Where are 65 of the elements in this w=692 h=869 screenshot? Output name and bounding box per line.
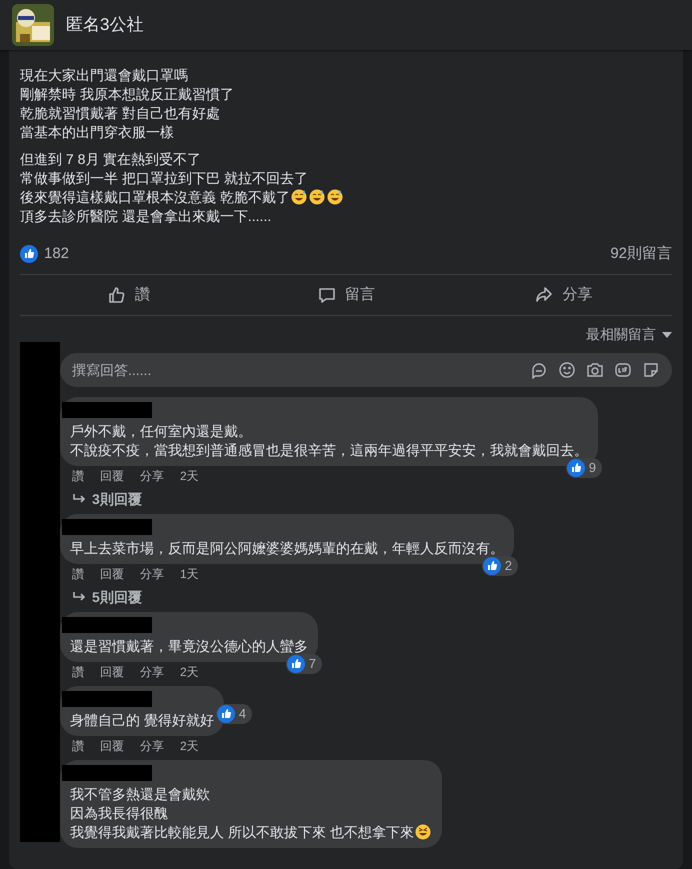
post-text: 剛解禁時 我原本想說反正戴習慣了 xyxy=(20,85,234,104)
comment-action-link[interactable]: 回覆 xyxy=(100,468,124,484)
comment-text: 身體自己的 覺得好就好 xyxy=(70,711,214,730)
like-count: 9 xyxy=(588,459,596,478)
share-arrow-icon xyxy=(534,285,554,305)
laughing-emoji-icon xyxy=(414,824,431,840)
view-replies-link[interactable]: 3則回覆 xyxy=(60,490,142,508)
caret-icon xyxy=(662,332,672,338)
group-title: 匿名3公社 xyxy=(66,14,144,36)
like-count: 2 xyxy=(504,557,512,576)
comment-action-link[interactable]: 分享 xyxy=(140,738,164,754)
like-count: 7 xyxy=(308,655,316,674)
like-count: 182 xyxy=(44,244,70,264)
comment-action-link[interactable]: 分享 xyxy=(140,468,164,484)
sweat-smile-emoji-icon xyxy=(308,189,325,205)
view-replies-link[interactable]: 5則回覆 xyxy=(60,588,142,606)
like-count: 4 xyxy=(238,705,246,724)
sticker-icon[interactable] xyxy=(642,361,660,379)
post-action-button[interactable]: 讚 xyxy=(20,284,238,306)
sweat-smile-emoji-icon xyxy=(326,189,343,205)
reply-arrow-icon xyxy=(72,493,86,505)
post-text: 乾脆就習慣戴著 對自己也有好處 xyxy=(20,104,220,123)
post-text: 當基本的出門穿衣服一樣 xyxy=(20,123,174,142)
like-reaction-icon xyxy=(482,557,501,575)
reply-input-field[interactable]: 撰寫回答...... xyxy=(60,353,672,387)
comment-text: 戶外不戴，任何室內還是戴。 xyxy=(70,422,252,441)
comment-time: 1天 xyxy=(180,566,199,582)
comment-time: 2天 xyxy=(180,664,199,680)
post-action-button[interactable]: 分享 xyxy=(454,284,672,306)
comment-action-link[interactable]: 讚 xyxy=(72,468,84,484)
comment-action-link[interactable]: 分享 xyxy=(140,566,164,582)
post-text: 後來覺得這樣戴口罩根本沒意義 乾脆不戴了 xyxy=(20,188,344,207)
group-logo-icon xyxy=(12,4,54,46)
reply-arrow-icon xyxy=(72,591,86,603)
comment-text: 不說疫不疫，當我想到普通感冒也是很辛苦，這兩年過得平平安安，我就會戴回去。 xyxy=(70,441,588,460)
like-reaction-icon xyxy=(216,705,235,723)
comment-text: 因為我長得很醜 xyxy=(70,804,168,823)
post-text: 常做事做到一半 把口罩拉到下巴 就拉不回去了 xyxy=(20,169,308,188)
sweat-smile-emoji-icon xyxy=(290,189,307,205)
comment-text: 我覺得我戴著比較能見人 所以不敢拔下來 也不想拿下來 xyxy=(70,823,432,842)
comment-action-link[interactable]: 回覆 xyxy=(100,664,124,680)
post-text: 現在大家出門還會戴口罩嗎 xyxy=(20,66,188,85)
comment-time: 2天 xyxy=(180,738,199,754)
comment-text: 我不管多熱還是會戴欸 xyxy=(70,785,210,804)
post-text: 但進到 7 8月 實在熱到受不了 xyxy=(20,150,202,169)
post-action-button[interactable]: 留言 xyxy=(237,284,455,306)
comment-text: 還是習慣戴著，畢竟沒公德心的人蠻多 xyxy=(70,637,308,656)
speech-bubble-icon xyxy=(316,285,337,305)
comment-action-link[interactable]: 讚 xyxy=(72,664,84,680)
like-reaction-icon xyxy=(20,245,38,263)
thumbs-up-icon xyxy=(107,285,128,305)
comment-count-link[interactable]: 92則留言 xyxy=(610,242,672,266)
comment-text: 早上去菜市場，反而是阿公阿嬤婆婆媽媽輩的在戴，年輕人反而沒有。 xyxy=(70,539,504,558)
smiley-icon[interactable] xyxy=(558,361,576,379)
like-reaction-icon xyxy=(566,459,585,477)
comment-time: 2天 xyxy=(180,468,199,484)
sort-comments-dropdown[interactable]: 最相關留言 xyxy=(586,324,672,345)
comment-action-link[interactable]: 讚 xyxy=(72,738,84,754)
comment-action-link[interactable]: 回覆 xyxy=(100,738,124,754)
post-text: 頂多去診所醫院 還是會拿出來戴一下...... xyxy=(20,207,272,226)
comment-action-link[interactable]: 分享 xyxy=(140,664,164,680)
comment-action-link[interactable]: 讚 xyxy=(72,566,84,582)
like-reaction-icon xyxy=(286,655,305,673)
camera-icon[interactable] xyxy=(586,361,604,379)
comment-action-link[interactable]: 回覆 xyxy=(100,566,124,582)
